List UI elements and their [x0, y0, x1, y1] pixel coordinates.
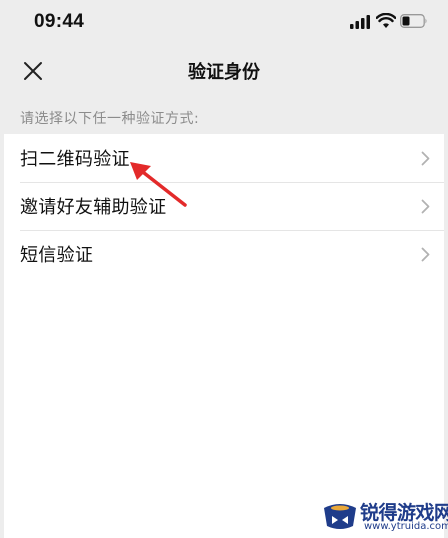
option-friend-assist[interactable]: 邀请好友辅助验证 [4, 182, 444, 230]
page-title: 验证身份 [188, 62, 260, 83]
option-label: 短信验证 [20, 245, 94, 266]
battery-icon [400, 14, 427, 28]
option-scan-qr-code[interactable]: 扫二维码验证 [4, 134, 444, 182]
signal-icon [350, 15, 370, 29]
watermark-url: www.ytruida.com [364, 521, 448, 532]
verification-hint: 请选择以下任一种验证方式: [20, 111, 200, 127]
chevron-right-icon [421, 199, 430, 214]
verify-identity-screen: 09:44 验证身份 请选择以下任一种验证方式: 扫二维码验证 邀请好友辅助验证… [0, 0, 448, 538]
watermark: 锐得游戏网 www.ytruida.com [320, 496, 448, 538]
option-sms-verification[interactable]: 短信验证 [4, 230, 444, 278]
chevron-right-icon [421, 247, 430, 262]
verification-options: 扫二维码验证 邀请好友辅助验证 短信验证 [4, 134, 444, 278]
watermark-logo-icon [324, 504, 356, 529]
nav-bar: 验证身份 [0, 44, 448, 96]
chevron-right-icon [421, 151, 430, 166]
red-arrow-icon [130, 162, 187, 207]
status-bar: 09:44 [0, 0, 448, 44]
wifi-icon [376, 13, 396, 28]
option-label: 扫二维码验证 [20, 149, 130, 170]
status-time: 09:44 [34, 11, 85, 32]
